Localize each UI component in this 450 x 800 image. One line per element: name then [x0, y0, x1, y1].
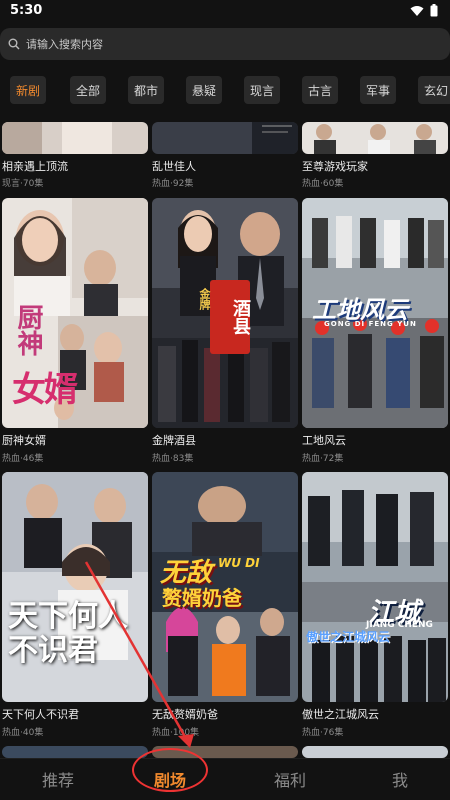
drama-card[interactable]: 相亲遇上顶流 现言·70集: [2, 122, 148, 192]
drama-poster: 酒县 金牌: [152, 198, 298, 428]
nav-welfare[interactable]: 福利: [274, 767, 306, 791]
nav-recommend[interactable]: 推荐: [42, 767, 74, 791]
drama-poster: 厨神 女婿: [2, 198, 148, 428]
drama-title: 天下何人不识君: [2, 708, 79, 721]
search-placeholder: 请输入搜索内容: [26, 38, 103, 51]
battery-icon: [430, 4, 438, 17]
drama-card[interactable]: [152, 746, 298, 758]
drama-meta: 热血·76集: [302, 728, 344, 738]
drama-card[interactable]: [302, 746, 448, 758]
category-tabs: 新剧 全部 都市 悬疑 现言 古言 军事 玄幻: [0, 76, 450, 104]
poster-subtitle: WU DI: [218, 556, 260, 570]
status-icons: [410, 4, 438, 17]
drama-title: 金牌酒县: [152, 434, 196, 447]
tab-urban[interactable]: 都市: [128, 76, 164, 104]
drama-title: 傲世之江城风云: [302, 708, 379, 721]
drama-card[interactable]: 酒县 金牌 金牌酒县 热血·83集: [152, 198, 298, 468]
drama-title: 相亲遇上顶流: [2, 160, 68, 173]
drama-grid: 相亲遇上顶流 现言·70集 乱世佳人 热血·92集 至尊游戏玩家 热血·60集 …: [0, 122, 450, 758]
drama-title: 至尊游戏玩家: [302, 160, 368, 173]
drama-meta: 热血·40集: [2, 728, 44, 738]
poster-title-sub: 赘婿奶爸: [162, 586, 242, 610]
drama-poster: [302, 746, 448, 758]
search-icon: [8, 38, 20, 50]
poster-title-sub: 傲世之江城风云: [306, 630, 391, 644]
poster-title-chef: 厨神: [13, 304, 43, 356]
drama-card[interactable]: 江城 JIANG CHENG 傲世之江城风云 傲世之江城风云 热血·76集: [302, 472, 448, 742]
tab-ancient-romance[interactable]: 古言: [302, 76, 338, 104]
drama-card[interactable]: 无敌 WU DI 赘婿奶爸 无敌赘婿奶爸 热血·100集: [152, 472, 298, 742]
drama-poster: 工地风云 GONG DI FENG YUN: [302, 198, 448, 428]
drama-meta: 热血·46集: [2, 454, 44, 464]
drama-poster: [302, 122, 448, 154]
bottom-nav: 推荐 剧场 福利 我: [0, 758, 450, 800]
tab-modern-romance[interactable]: 现言: [244, 76, 280, 104]
drama-card[interactable]: 厨神 女婿 厨神女婿 热血·46集: [2, 198, 148, 468]
status-time: 5:30: [10, 3, 43, 18]
poster-title-logo: 天下何人 不识君: [8, 599, 128, 668]
drama-title: 无敌赘婿奶爸: [152, 708, 218, 721]
status-bar: 5:30: [0, 0, 450, 22]
drama-card[interactable]: [2, 746, 148, 758]
tab-fantasy[interactable]: 玄幻: [418, 76, 450, 104]
drama-meta: 热血·100集: [152, 728, 200, 738]
drama-title: 厨神女婿: [2, 434, 46, 447]
drama-meta: 热血·83集: [152, 454, 194, 464]
drama-card[interactable]: 至尊游戏玩家 热血·60集: [302, 122, 448, 192]
drama-meta: 热血·72集: [302, 454, 344, 464]
poster-subtitle: 金牌: [198, 288, 211, 310]
drama-title: 乱世佳人: [152, 160, 196, 173]
tab-all[interactable]: 全部: [70, 76, 106, 104]
poster-title-logo: 酒县: [210, 280, 251, 354]
drama-card[interactable]: 工地风云 GONG DI FENG YUN 工地风云 热血·72集: [302, 198, 448, 468]
drama-poster: 无敌 WU DI 赘婿奶爸: [152, 472, 298, 702]
tab-military[interactable]: 军事: [360, 76, 396, 104]
drama-poster: [152, 122, 298, 154]
tab-suspense[interactable]: 悬疑: [186, 76, 222, 104]
drama-meta: 热血·92集: [152, 179, 194, 189]
tab-new[interactable]: 新剧: [10, 76, 46, 104]
wifi-icon: [410, 5, 424, 16]
nav-me[interactable]: 我: [392, 767, 408, 791]
drama-poster: 天下何人 不识君: [2, 472, 148, 702]
poster-title-son-in-law: 女婿: [12, 370, 78, 410]
drama-meta: 热血·60集: [302, 179, 344, 189]
drama-title: 工地风云: [302, 434, 346, 447]
drama-poster: [2, 122, 148, 154]
poster-subtitle: GONG DI FENG YUN: [324, 320, 417, 328]
drama-card[interactable]: 天下何人 不识君 天下何人不识君 热血·40集: [2, 472, 148, 742]
drama-poster: [2, 746, 148, 758]
drama-meta: 现言·70集: [2, 179, 44, 189]
drama-poster: 江城 JIANG CHENG 傲世之江城风云: [302, 472, 448, 702]
nav-theater[interactable]: 剧场: [154, 767, 186, 791]
search-input[interactable]: 请输入搜索内容: [0, 28, 450, 60]
drama-poster: [152, 746, 298, 758]
drama-card[interactable]: 乱世佳人 热血·92集: [152, 122, 298, 192]
